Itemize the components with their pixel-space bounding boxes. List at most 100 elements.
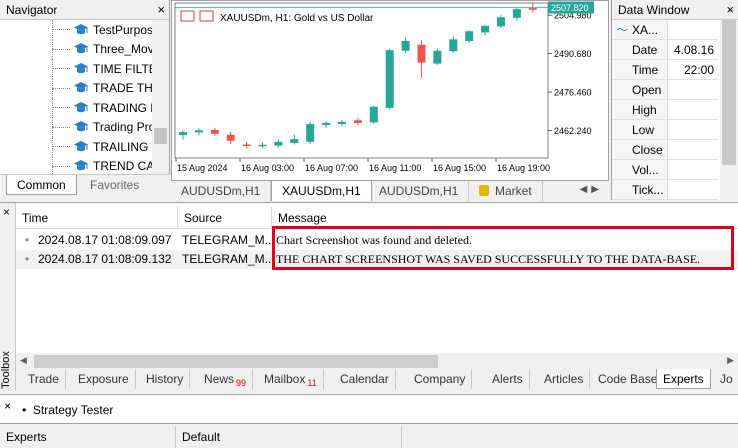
- data-window-value: [668, 160, 718, 179]
- data-window-row: Open: [612, 80, 718, 100]
- candle: [322, 121, 331, 128]
- navigator-item[interactable]: Three_Mov: [0, 39, 152, 59]
- toolbox-tab-label: News: [204, 372, 235, 386]
- data-window-value: [668, 120, 718, 139]
- scroll-right-icon[interactable]: ▶: [727, 355, 734, 366]
- navigator-item[interactable]: TRADING D: [0, 98, 152, 118]
- chart-tab-market-label: Market: [495, 184, 532, 198]
- tab-common[interactable]: Common: [6, 175, 77, 195]
- close-icon[interactable]: ×: [157, 0, 165, 20]
- chart-tabs: AUDUSDm,H1 XAUUSDm,H1 AUDUSDm,H1 Market …: [171, 180, 609, 201]
- toolbox-tab-exposure[interactable]: Exposure: [72, 369, 136, 389]
- column-message[interactable]: Message: [272, 207, 738, 228]
- toolbox-tab-alerts[interactable]: Alerts: [486, 369, 530, 389]
- scrollbar-thumb[interactable]: [722, 20, 736, 165]
- tab-count-badge: 99: [236, 378, 247, 388]
- candle: [369, 105, 378, 125]
- candle: [290, 134, 299, 145]
- navigator-item[interactable]: TIME FILTE: [0, 59, 152, 79]
- log-horizontal-scrollbar[interactable]: ◀ ▶: [16, 353, 738, 370]
- chart-tab-market[interactable]: Market: [469, 181, 543, 201]
- chart-window[interactable]: XAUUSDm, H1: Gold vs US Dollar 2504.980 24…: [171, 0, 609, 200]
- data-window-value: [668, 80, 718, 99]
- toolbox-tab-articles[interactable]: Articles: [538, 369, 591, 389]
- close-icon[interactable]: ×: [4, 399, 11, 413]
- toolbox-tab-news[interactable]: News 99: [198, 369, 254, 389]
- data-window-key: Tick...: [632, 183, 664, 197]
- navigator-scrollbar[interactable]: [152, 20, 169, 174]
- candle: [306, 121, 315, 144]
- chart-menu-icon[interactable]: [180, 10, 195, 22]
- toolbox-tab-mailbox[interactable]: Mailbox 11: [258, 369, 324, 389]
- chart-tab-audusd-1[interactable]: AUDUSDm,H1: [171, 181, 272, 201]
- chart-tab-audusd-2[interactable]: AUDUSDm,H1: [369, 181, 470, 201]
- data-window-row: Close: [612, 140, 718, 160]
- navigator-item[interactable]: TestPurpos: [0, 20, 152, 40]
- data-window-key: XA...: [632, 23, 659, 37]
- toolbox-tab-trade[interactable]: Trade: [22, 369, 66, 389]
- candle: [449, 36, 458, 53]
- candle: [226, 131, 235, 144]
- navigator-tree: TestPurpos Three_Mov TIME FILTE TRADE THE TR…: [0, 20, 152, 174]
- tab-favorites[interactable]: Favorites: [80, 175, 149, 195]
- graduation-cap-icon: [74, 62, 88, 73]
- navigator-title: Navigator: [6, 3, 58, 17]
- toolbox-tab-experts[interactable]: Experts: [656, 369, 711, 389]
- navigator-item-label: TIME FILTE: [93, 61, 152, 76]
- candle: [385, 48, 394, 110]
- toolbox-tab-calendar[interactable]: Calendar: [334, 369, 396, 389]
- navigator-item[interactable]: TRADE THE: [0, 78, 152, 98]
- scroll-left-icon[interactable]: ◀: [20, 355, 27, 366]
- candle-body: [274, 141, 283, 146]
- navigator-item-label: Three_Mov: [93, 42, 152, 57]
- data-window-key: Low: [632, 123, 655, 137]
- column-source[interactable]: Source: [178, 207, 272, 228]
- navigator-item[interactable]: TRAILING S: [0, 137, 152, 157]
- navigator-item[interactable]: TREND CA: [0, 156, 152, 174]
- data-window-value: 4.08.16: [673, 43, 714, 57]
- toolbox-label: Toolbox: [0, 351, 12, 389]
- time-tick-label: 15 Aug 2024: [177, 163, 228, 173]
- navigator-item[interactable]: Trading Pro: [0, 117, 152, 137]
- toolbox-tab-label: History: [146, 372, 184, 386]
- toolbox-tab-label: Jo: [720, 372, 733, 386]
- candle-body: [512, 9, 521, 18]
- chart-symbol-icon[interactable]: [199, 10, 214, 22]
- toolbox-tab-code-base[interactable]: Code Base: [592, 369, 665, 389]
- strategy-tester-item[interactable]: • Strategy Tester: [22, 403, 113, 417]
- candle: [194, 128, 203, 136]
- navigator-title-bar: Navigator ×: [0, 0, 169, 20]
- scrollbar-thumb[interactable]: [34, 355, 438, 368]
- line-chart-icon: 〜: [616, 23, 629, 37]
- tab-count-badge: 11: [307, 378, 317, 388]
- price-chart[interactable]: XAUUSDm, H1: Gold vs US Dollar 2504.98024…: [172, 1, 608, 181]
- data-window-row: Vol...: [612, 160, 718, 180]
- data-window-key: Date: [632, 43, 658, 57]
- toolbox-tab-label: Alerts: [492, 372, 523, 386]
- close-icon[interactable]: ×: [3, 205, 10, 219]
- data-window-value: 22:00: [683, 63, 714, 77]
- close-icon[interactable]: ×: [726, 0, 734, 20]
- toolbox-tab-history[interactable]: History: [140, 369, 191, 389]
- time-tick-label: 16 Aug 15:00: [433, 163, 486, 173]
- candle-body: [306, 124, 315, 142]
- time-tick-label: 16 Aug 07:00: [305, 163, 358, 173]
- scrollbar-thumb[interactable]: [154, 128, 167, 144]
- candle: [210, 127, 219, 136]
- candle-body: [322, 122, 331, 126]
- bullet-icon: •: [24, 233, 30, 247]
- bullet-icon: •: [24, 252, 30, 266]
- tab-scroll-arrows[interactable]: ◀▶: [580, 184, 603, 195]
- data-window-value: [668, 20, 718, 39]
- log-source: TELEGRAM_M...: [182, 252, 272, 266]
- toolbox-tab-company[interactable]: Company: [408, 369, 473, 389]
- graduation-cap-icon: [74, 43, 88, 54]
- data-window-scrollbar[interactable]: [720, 20, 738, 200]
- status-middle: Default: [176, 426, 402, 448]
- toolbox-tab-jo[interactable]: Jo: [714, 369, 738, 389]
- navigator-item-label: TestPurpos: [93, 22, 152, 37]
- column-time[interactable]: Time: [16, 207, 178, 228]
- toolbox-tab-label: Exposure: [78, 372, 129, 386]
- chart-tab-xauusd[interactable]: XAUUSDm,H1: [271, 181, 372, 201]
- data-window-table: 〜 XA... Date 4.08.16 Time 22:00 Open High Low Clo…: [612, 20, 718, 200]
